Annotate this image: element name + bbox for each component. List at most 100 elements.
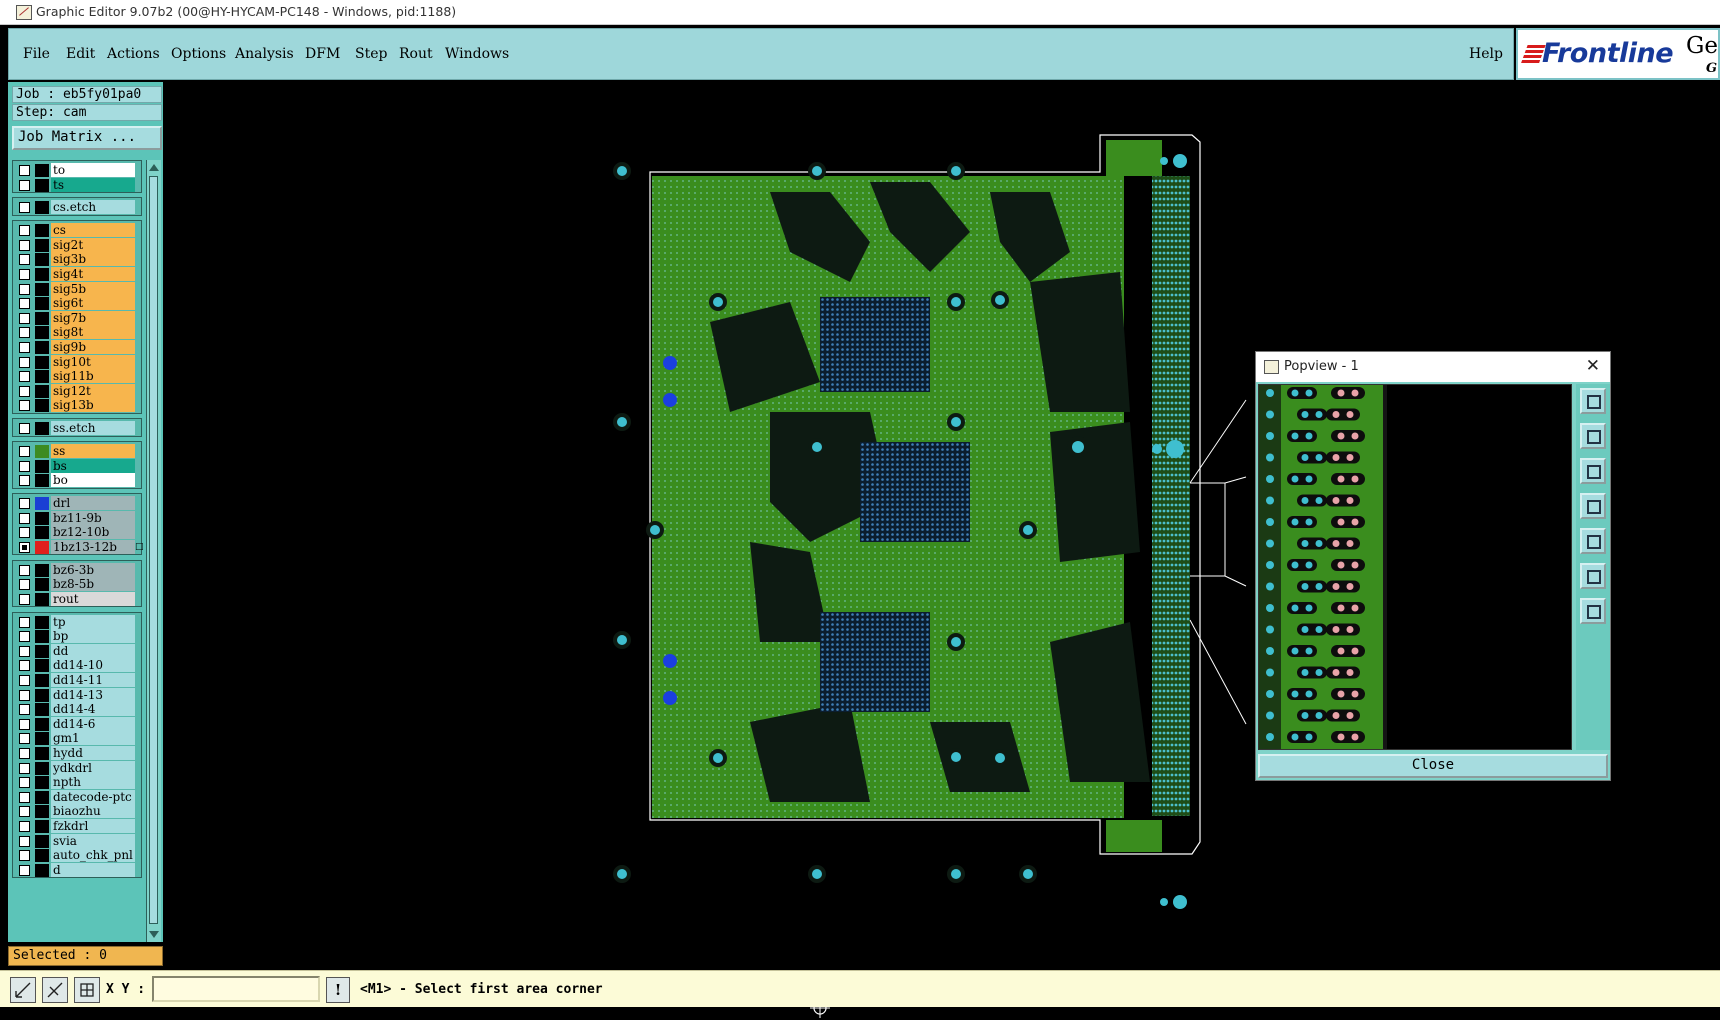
layer-color-swatch[interactable] xyxy=(35,761,49,775)
exclamation-icon[interactable]: ! xyxy=(326,977,350,1003)
layer-row-bz6-3b[interactable]: bz6-3b xyxy=(15,562,141,578)
layer-row-gm1[interactable]: gm1 xyxy=(15,731,141,746)
layer-list-scrollbar[interactable] xyxy=(146,160,161,942)
layer-color-swatch[interactable] xyxy=(35,253,49,267)
zoom-home-icon[interactable] xyxy=(1580,388,1606,414)
layer-affected-checkbox[interactable] xyxy=(19,777,30,789)
layer-name[interactable]: d xyxy=(51,862,135,877)
pan-right-icon[interactable] xyxy=(1580,528,1606,554)
scroll-thumb[interactable] xyxy=(149,176,158,924)
layer-row-sig10t[interactable]: sig10t xyxy=(15,354,141,370)
layer-color-swatch[interactable] xyxy=(35,540,49,554)
layer-name[interactable]: sig6t xyxy=(51,296,135,311)
layer-color-swatch[interactable] xyxy=(35,732,49,746)
layer-affected-checkbox[interactable] xyxy=(19,689,30,701)
layer-row-rout[interactable]: rout xyxy=(15,591,141,607)
layer-name[interactable]: ss xyxy=(51,444,135,458)
layer-name[interactable]: bz12-10b xyxy=(51,525,135,540)
layer-color-swatch[interactable] xyxy=(35,703,49,717)
layer-row-to[interactable]: to xyxy=(15,163,141,178)
layer-affected-checkbox[interactable] xyxy=(19,446,30,457)
layer-name[interactable]: npth xyxy=(51,775,135,790)
layer-affected-checkbox[interactable] xyxy=(19,616,30,628)
layer-name[interactable]: 1bz13-12b xyxy=(51,539,135,554)
layer-color-swatch[interactable] xyxy=(35,474,49,488)
layer-name[interactable]: dd14-11 xyxy=(51,672,135,687)
layer-color-swatch[interactable] xyxy=(35,267,49,281)
layer-name[interactable]: sig12t xyxy=(51,383,135,398)
layer-affected-checkbox[interactable] xyxy=(19,327,30,339)
grid-snap-icon[interactable] xyxy=(74,977,100,1003)
layer-affected-checkbox[interactable] xyxy=(19,806,30,818)
layer-name[interactable]: bz11-9b xyxy=(51,510,135,525)
layer-row-d[interactable]: d xyxy=(15,862,141,878)
layer-color-swatch[interactable] xyxy=(35,164,49,177)
layer-row-cs.etch[interactable]: cs.etch xyxy=(15,200,141,215)
layer-row-sig2t[interactable]: sig2t xyxy=(15,237,141,253)
layer-row-biaozhu[interactable]: biaozhu xyxy=(15,804,141,819)
layer-color-swatch[interactable] xyxy=(35,615,49,629)
layer-color-swatch[interactable] xyxy=(35,340,49,354)
menu-windows[interactable]: Windows xyxy=(445,46,509,62)
layer-name[interactable]: gm1 xyxy=(51,731,135,746)
layer-color-swatch[interactable] xyxy=(35,776,49,790)
xy-coordinate-input[interactable] xyxy=(152,976,320,1002)
layer-color-swatch[interactable] xyxy=(35,297,49,311)
layer-color-swatch[interactable] xyxy=(35,673,49,687)
layer-affected-checkbox[interactable] xyxy=(19,718,30,730)
layer-color-swatch[interactable] xyxy=(35,644,49,658)
layer-row-bp[interactable]: bp xyxy=(15,629,141,644)
layer-name[interactable]: dd xyxy=(51,643,135,658)
layer-name[interactable]: dd14-10 xyxy=(51,658,135,673)
layer-row-sig8t[interactable]: sig8t xyxy=(15,325,141,340)
layer-row-dd14-11[interactable]: dd14-11 xyxy=(15,672,141,688)
layer-color-swatch[interactable] xyxy=(35,178,49,192)
layer-color-swatch[interactable] xyxy=(35,563,49,577)
layer-row-drl[interactable]: drl xyxy=(15,496,141,511)
layer-name[interactable]: bs xyxy=(51,458,135,473)
layer-color-swatch[interactable] xyxy=(35,688,49,702)
layer-row-dd14-10[interactable]: dd14-10 xyxy=(15,658,141,673)
layer-affected-checkbox[interactable] xyxy=(19,835,30,847)
layer-name[interactable]: ts xyxy=(51,177,135,192)
layer-affected-checkbox[interactable] xyxy=(19,512,30,524)
layer-affected-checkbox[interactable] xyxy=(19,225,30,237)
layer-affected-checkbox[interactable] xyxy=(19,762,30,774)
layer-row-sig4t[interactable]: sig4t xyxy=(15,266,141,282)
menu-options[interactable]: Options xyxy=(171,46,226,62)
layer-name[interactable]: sig2t xyxy=(51,237,135,252)
layer-color-swatch[interactable] xyxy=(35,311,49,325)
popview-close-button[interactable]: Close xyxy=(1258,754,1608,778)
menu-dfm[interactable]: DFM xyxy=(305,46,340,62)
layer-affected-checkbox[interactable] xyxy=(19,631,30,643)
layer-affected-checkbox[interactable] xyxy=(19,864,30,876)
layer-row-sig12t[interactable]: sig12t xyxy=(15,383,141,399)
layer-affected-checkbox[interactable] xyxy=(19,645,30,657)
layer-affected-checkbox[interactable] xyxy=(19,202,30,214)
layer-name[interactable]: fzkdrl xyxy=(51,818,135,833)
layer-color-swatch[interactable] xyxy=(35,578,49,592)
layer-name[interactable]: sig13b xyxy=(51,398,135,413)
layer-affected-checkbox[interactable] xyxy=(19,423,30,435)
layer-name[interactable]: sig11b xyxy=(51,369,135,384)
layer-color-swatch[interactable] xyxy=(35,399,49,413)
layer-row-ts[interactable]: ts xyxy=(15,177,141,193)
layer-color-swatch[interactable] xyxy=(35,201,49,215)
close-icon[interactable]: ✕ xyxy=(1586,357,1600,375)
layer-affected-checkbox[interactable] xyxy=(19,791,30,803)
menu-help[interactable]: Help xyxy=(1469,46,1503,62)
layer-row-dd14-13[interactable]: dd14-13 xyxy=(15,687,141,703)
layer-color-swatch[interactable] xyxy=(35,790,49,804)
layer-row-dd14-4[interactable]: dd14-4 xyxy=(15,702,141,717)
layer-affected-checkbox[interactable] xyxy=(19,498,30,509)
layer-color-swatch[interactable] xyxy=(35,384,49,398)
layer-name[interactable]: biaozhu xyxy=(51,804,135,819)
layer-row-ydkdrl[interactable]: ydkdrl xyxy=(15,760,141,776)
layer-affected-checkbox[interactable] xyxy=(19,564,30,576)
layer-color-swatch[interactable] xyxy=(35,805,49,819)
layer-color-swatch[interactable] xyxy=(35,422,49,436)
menu-actions[interactable]: Actions xyxy=(107,46,160,62)
layer-color-swatch[interactable] xyxy=(35,224,49,238)
layer-color-swatch[interactable] xyxy=(35,863,49,877)
scroll-up-icon[interactable] xyxy=(149,164,159,171)
